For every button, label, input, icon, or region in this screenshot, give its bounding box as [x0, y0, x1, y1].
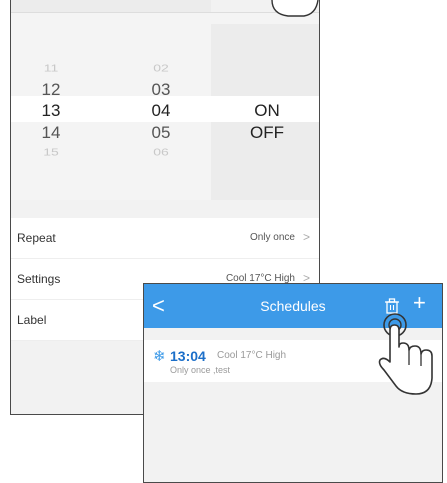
minute-option[interactable]: 06 [141, 146, 181, 157]
hour-option-selected[interactable]: 13 [31, 101, 71, 121]
repeat-value: Only once [249, 232, 295, 243]
hour-option[interactable]: 12 [31, 80, 71, 100]
hand-pointer-icon [378, 313, 433, 395]
settings-label: Settings [17, 272, 61, 286]
finger-hint-icon [271, 0, 319, 17]
hour-option[interactable]: 15 [31, 146, 71, 157]
snowflake-icon: ❄ [153, 348, 166, 365]
schedule-time: 13:04 [170, 348, 206, 364]
repeat-row[interactable]: Repeat Only once > [11, 218, 319, 259]
schedule-mode: Cool 17°C High [217, 350, 287, 361]
minute-option-selected[interactable]: 04 [141, 101, 181, 121]
chevron-right-icon: > [302, 230, 310, 244]
top-header-strip [11, 0, 211, 12]
hour-option[interactable]: 11 [31, 62, 71, 73]
label-label: Label [17, 313, 47, 327]
power-on-option[interactable]: ON [237, 101, 297, 121]
time-picker[interactable]: 11 12 13 14 15 02 03 04 05 06 ON OFF [11, 12, 319, 200]
hour-option[interactable]: 14 [31, 123, 71, 143]
minute-option[interactable]: 03 [141, 80, 181, 100]
repeat-label: Repeat [17, 231, 56, 245]
minute-option[interactable]: 05 [141, 123, 181, 143]
power-off-option[interactable]: OFF [237, 123, 297, 143]
schedule-note: Only once ,test [170, 365, 231, 375]
minute-option[interactable]: 02 [141, 62, 181, 73]
